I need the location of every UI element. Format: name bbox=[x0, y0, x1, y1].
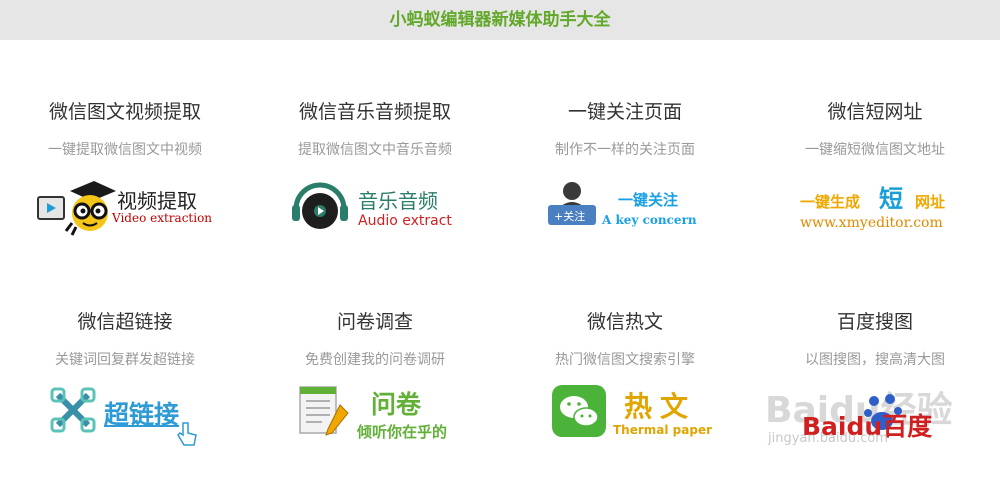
logo-subtext: www.xmyeditor.com bbox=[800, 215, 943, 231]
tool-card-baidu-image-search[interactable]: 百度搜图 以图搜图，搜高清大图 Baidu经验 Baidu百度 jingyan.… bbox=[750, 308, 1000, 451]
hyperlink-logo: 超链接 bbox=[0, 381, 250, 451]
card-title: 微信图文视频提取 bbox=[48, 101, 201, 123]
baidu-logo: Baidu经验 Baidu百度 jingyan.baidu.com bbox=[750, 381, 1000, 451]
tool-card-short-url[interactable]: 微信短网址 一键缩短微信图文地址 一键生成 短 网址 www.xmyeditor… bbox=[750, 98, 1000, 241]
page-title: 小蚂蚁编辑器新媒体助手大全 bbox=[389, 10, 611, 30]
logo-subtext: A key concern bbox=[602, 213, 697, 227]
logo-subtext: 倾听你在乎的 bbox=[357, 423, 448, 441]
card-title: 微信音乐音频提取 bbox=[298, 101, 451, 123]
card-description: 关键词回复群发超链接 bbox=[55, 352, 195, 368]
logo-text: 音乐音频 bbox=[358, 189, 438, 213]
audio-extract-logo: 音乐音频 Audio extract bbox=[250, 171, 500, 241]
page-header: 小蚂蚁编辑器新媒体助手大全 bbox=[0, 0, 1000, 40]
logo-text-part-c: 网址 bbox=[915, 193, 946, 211]
card-description: 一键提取微信图文中视频 bbox=[48, 142, 202, 158]
survey-logo: 问卷 倾听你在乎的 bbox=[250, 381, 500, 451]
logo-text: 热文 bbox=[624, 390, 697, 423]
card-description: 提取微信图文中音乐音频 bbox=[298, 142, 452, 158]
logo-text: 一键关注 bbox=[618, 191, 679, 209]
logo-text: 问卷 bbox=[371, 390, 422, 419]
card-description: 热门微信图文搜索引擎 bbox=[555, 352, 695, 368]
logo-text-part-a: 一键生成 bbox=[800, 193, 861, 211]
tool-card-survey[interactable]: 问卷调查 免费创建我的问卷调研 问卷 倾听你在乎的 bbox=[250, 308, 500, 451]
card-title: 一键关注页面 bbox=[567, 101, 682, 123]
card-description: 制作不一样的关注页面 bbox=[555, 142, 695, 158]
short-url-logo: 一键生成 短 网址 www.xmyeditor.com bbox=[750, 171, 1000, 241]
tool-card-hyperlink[interactable]: 微信超链接 关键词回复群发超链接 超链接 bbox=[0, 308, 250, 451]
card-title: 百度搜图 bbox=[836, 311, 913, 333]
pointer-hand-icon bbox=[177, 422, 197, 446]
tool-card-video-extract[interactable]: 微信图文视频提取 一键提取微信图文中视频 视频提取 Video extracti… bbox=[0, 98, 250, 241]
tool-card-audio-extract[interactable]: 微信音乐音频提取 提取微信图文中音乐音频 音乐音频 Audio extract bbox=[250, 98, 500, 241]
card-description: 免费创建我的问卷调研 bbox=[305, 352, 445, 368]
link-chain-icon bbox=[50, 387, 96, 433]
wechat-icon bbox=[552, 385, 606, 437]
logo-text: 超链接 bbox=[104, 400, 180, 429]
hot-articles-logo: 热文 Thermal paper bbox=[500, 381, 750, 451]
music-disc-icon bbox=[292, 182, 348, 229]
tool-card-hot-articles[interactable]: 微信热文 热门微信图文搜索引擎 热文 Thermal paper bbox=[500, 308, 750, 451]
card-title: 问卷调查 bbox=[336, 311, 413, 333]
card-description: 以图搜图，搜高清大图 bbox=[805, 352, 945, 368]
card-title: 微信热文 bbox=[586, 311, 663, 333]
cartoon-ant-icon bbox=[37, 181, 116, 236]
card-title: 微信超链接 bbox=[77, 311, 173, 333]
card-title: 微信短网址 bbox=[827, 101, 923, 123]
tool-card-follow-page[interactable]: 一键关注页面 制作不一样的关注页面 +关注 一键关注 A key concern bbox=[500, 98, 750, 241]
follow-button-text: +关注 bbox=[554, 210, 586, 223]
logo-subtext: Thermal paper bbox=[613, 423, 713, 437]
follow-page-logo: +关注 一键关注 A key concern bbox=[500, 171, 750, 241]
logo-text-part-b: 短 bbox=[879, 185, 903, 213]
watermark-url: jingyan.baidu.com bbox=[768, 431, 888, 446]
logo-text: 视频提取 bbox=[117, 189, 197, 213]
video-extract-logo: 视频提取 Video extraction bbox=[0, 171, 250, 241]
card-description: 一键缩短微信图文地址 bbox=[805, 142, 945, 158]
notepad-pencil-icon bbox=[299, 386, 349, 436]
user-follow-icon bbox=[548, 182, 596, 225]
logo-subtext: Audio extract bbox=[358, 213, 452, 229]
logo-subtext: Video extraction bbox=[112, 211, 213, 225]
